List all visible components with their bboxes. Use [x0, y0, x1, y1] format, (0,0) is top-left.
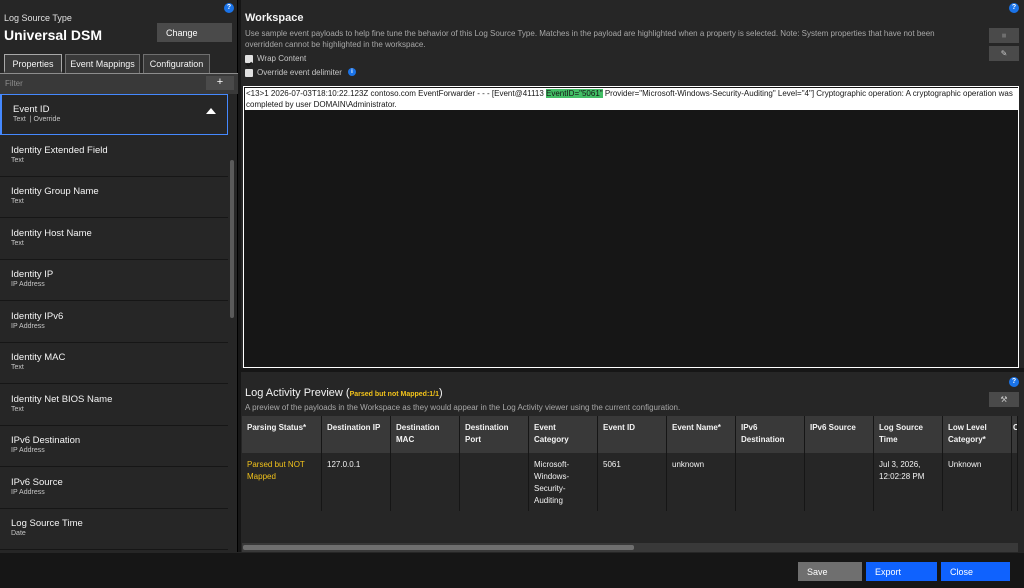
- preview-table: Parsing Status* Destination IP Destinati…: [242, 416, 1018, 512]
- help-icon[interactable]: ?: [1009, 3, 1019, 13]
- table-cell: [736, 453, 805, 511]
- property-type: Text: [11, 240, 24, 247]
- wrap-content-checkbox[interactable]: [245, 55, 253, 67]
- column-header[interactable]: Event ID: [598, 416, 667, 453]
- help-icon[interactable]: ?: [224, 3, 234, 13]
- property-name: Identity Group Name: [11, 186, 99, 197]
- table-cell: [391, 453, 460, 511]
- payload-highlight: EventID="5061": [546, 89, 603, 98]
- override-delimiter-label: Override event delimiter: [257, 68, 342, 77]
- table-cell: 127.0.0.1: [322, 453, 391, 511]
- log-source-type-name: Universal DSM: [4, 27, 103, 43]
- save-button[interactable]: Save: [798, 562, 862, 581]
- property-name: Log Source Time: [11, 518, 83, 529]
- property-type: Text: [11, 406, 24, 413]
- edit-icon[interactable]: ✎: [989, 46, 1019, 61]
- list-item[interactable]: Identity Group Name Text: [0, 177, 228, 218]
- property-list: Event ID Text | Override Identity Extend…: [0, 94, 228, 552]
- tab-properties[interactable]: Properties: [4, 54, 62, 73]
- table-cell: Microsoft-Windows-Security-Auditing: [529, 453, 598, 511]
- column-header[interactable]: Destination MAC: [391, 416, 460, 453]
- property-type: IP Address: [11, 489, 45, 496]
- table-cell: 5061: [598, 453, 667, 511]
- column-header[interactable]: Destination IP: [322, 416, 391, 453]
- list-item-event-id[interactable]: Event ID Text | Override: [0, 94, 228, 135]
- preview-description: A preview of the payloads in the Workspa…: [245, 403, 681, 412]
- list-item[interactable]: Identity Extended Field Text: [0, 136, 228, 177]
- property-name: Identity Extended Field: [11, 145, 108, 156]
- table-cell: [460, 453, 529, 511]
- table-cell: [1012, 453, 1018, 511]
- list-scrollbar[interactable]: [230, 160, 234, 318]
- payload-text[interactable]: <13>1 2026-07-03T18:10:22.123Z contoso.c…: [245, 88, 1018, 110]
- table-cell-status: Parsed but NOT Mapped: [242, 453, 322, 511]
- payload-area[interactable]: [243, 86, 1019, 368]
- property-type: IP Address: [11, 281, 45, 288]
- help-icon[interactable]: ?: [1009, 377, 1019, 387]
- lock-icon[interactable]: ■: [989, 28, 1019, 43]
- log-source-type-label: Log Source Type: [4, 13, 72, 23]
- property-name: Event ID: [13, 104, 50, 115]
- wrap-content-label: Wrap Content: [257, 54, 307, 63]
- status-badge: Parsed but not Mapped:1/1: [349, 391, 440, 398]
- tab-event-mappings[interactable]: Event Mappings: [65, 54, 140, 73]
- filter-input[interactable]: Filter: [5, 79, 23, 88]
- column-header[interactable]: Event Name*: [667, 416, 736, 453]
- table-scrollbar[interactable]: [243, 545, 634, 550]
- column-header[interactable]: Destination Port: [460, 416, 529, 453]
- property-name: IPv6 Destination: [11, 435, 81, 446]
- list-item[interactable]: Identity MAC Text: [0, 343, 228, 384]
- column-header[interactable]: C: [1012, 416, 1018, 453]
- close-button[interactable]: Close: [941, 562, 1010, 581]
- override-delimiter-checkbox[interactable]: [245, 69, 253, 77]
- preview-title: Log Activity Preview (Parsed but not Map…: [245, 387, 443, 399]
- property-type: Text: [11, 157, 24, 164]
- workspace-description: Use sample event payloads to help fine t…: [245, 29, 935, 49]
- property-type: IP Address: [11, 447, 45, 454]
- property-name: Identity IP: [11, 269, 54, 280]
- export-button[interactable]: Export: [866, 562, 937, 581]
- property-type: Date: [11, 530, 26, 537]
- chevron-up-icon[interactable]: [206, 108, 216, 114]
- wrench-icon[interactable]: ⚒: [989, 392, 1019, 407]
- column-header[interactable]: IPv6 Source: [805, 416, 874, 453]
- list-item[interactable]: IPv6 Source IP Address: [0, 468, 228, 509]
- table-cell: Unknown: [943, 453, 1012, 511]
- table-cell: unknown: [667, 453, 736, 511]
- column-header[interactable]: Event Category: [529, 416, 598, 453]
- property-type: Text | Override: [13, 116, 61, 123]
- list-item[interactable]: Identity IPv6 IP Address: [0, 302, 228, 343]
- filter-row: [0, 74, 238, 94]
- list-item[interactable]: Identity Net BIOS Name Text: [0, 385, 228, 426]
- list-item[interactable]: Identity IP IP Address: [0, 260, 228, 301]
- column-header[interactable]: Log Source Time: [874, 416, 943, 453]
- table-cell: [805, 453, 874, 511]
- property-name: Identity Host Name: [11, 228, 92, 239]
- info-icon[interactable]: i: [348, 68, 356, 76]
- table-cell: Jul 3, 2026, 12:02:28 PM: [874, 453, 943, 511]
- list-item[interactable]: IPv6 Destination IP Address: [0, 426, 228, 467]
- property-name: Identity MAC: [11, 352, 66, 363]
- column-header[interactable]: IPv6 Destination: [736, 416, 805, 453]
- property-type: IP Address: [11, 323, 45, 330]
- property-type: Text: [11, 364, 24, 371]
- property-type: Text: [11, 198, 24, 205]
- add-property-button[interactable]: +: [206, 76, 234, 90]
- change-button[interactable]: Change: [157, 23, 232, 42]
- list-item[interactable]: Log Source Time Date: [0, 509, 228, 550]
- column-header[interactable]: Low Level Category*: [943, 416, 1012, 453]
- property-name: Identity IPv6: [11, 311, 64, 322]
- tab-configuration[interactable]: Configuration: [143, 54, 210, 73]
- property-name: IPv6 Source: [11, 477, 63, 488]
- property-name: Identity Net BIOS Name: [11, 394, 113, 405]
- workspace-title: Workspace: [245, 12, 304, 24]
- column-header[interactable]: Parsing Status*: [242, 416, 322, 453]
- list-item[interactable]: Identity Host Name Text: [0, 219, 228, 260]
